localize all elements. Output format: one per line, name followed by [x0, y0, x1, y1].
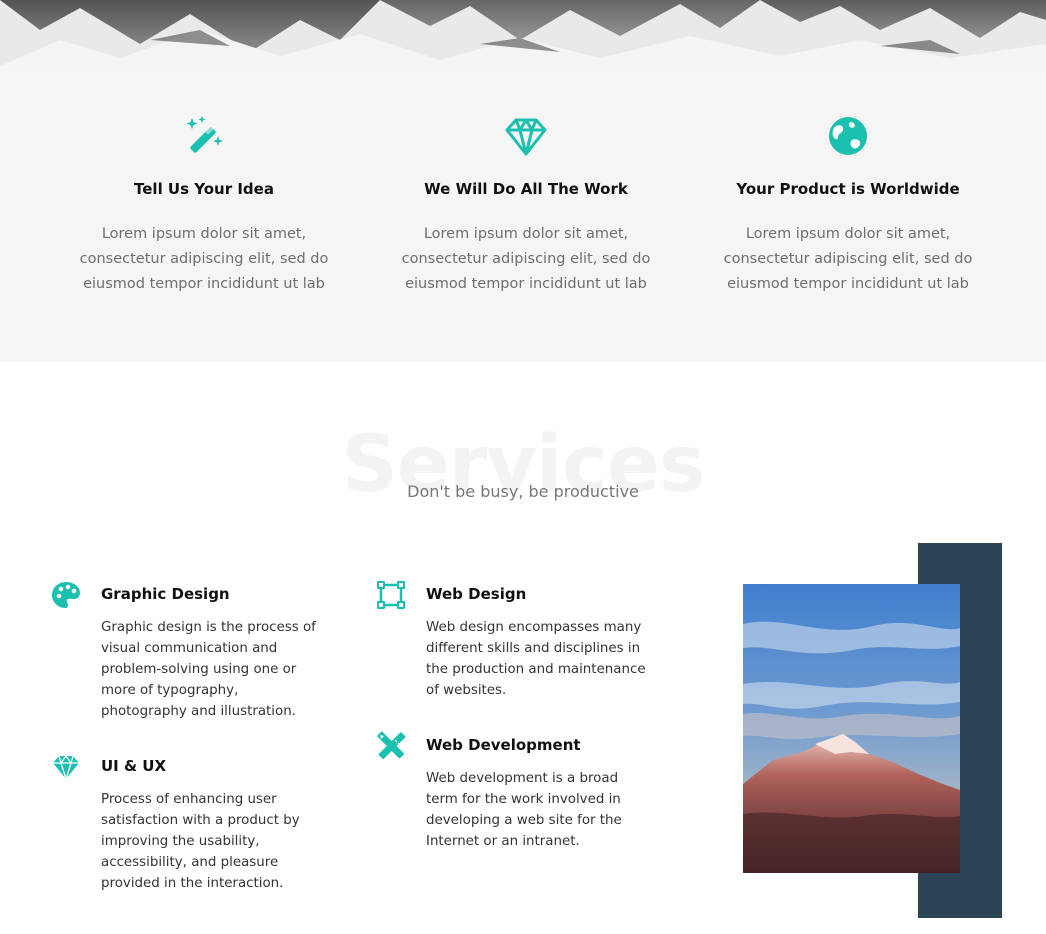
service-title: Web Design — [426, 585, 527, 603]
features-section: Tell Us Your Idea Lorem ipsum dolor sit … — [0, 66, 1046, 362]
feature-title: Tell Us Your Idea — [134, 180, 274, 198]
service-item: Web Design Web design encompasses many d… — [376, 580, 646, 701]
palette-icon — [52, 582, 80, 608]
feature-text: Lorem ipsum dolor sit amet, consectetur … — [723, 226, 973, 292]
services-subtitle: Don't be busy, be productive — [407, 482, 639, 501]
service-item: Web Development Web development is a bro… — [376, 731, 646, 852]
feature-title: Your Product is Worldwide — [736, 180, 960, 198]
vector-square-icon — [377, 581, 405, 609]
hero-image — [0, 0, 1046, 66]
service-title: Web Development — [426, 736, 581, 754]
service-title: UI & UX — [101, 757, 167, 775]
service-item: Graphic Design Graphic design is the pro… — [51, 580, 321, 722]
pencil-ruler-icon — [377, 731, 406, 760]
service-item: UI & UX Process of enhancing user satisf… — [51, 752, 321, 894]
mountain-photo — [743, 584, 960, 873]
feature-text: Lorem ipsum dolor sit amet, consectetur … — [401, 226, 651, 292]
magic-wand-icon — [186, 116, 223, 153]
service-text: Web design encompasses many different sk… — [426, 620, 646, 698]
service-text: Graphic design is the process of visual … — [101, 620, 316, 719]
service-text: Web development is a broad term for the … — [426, 771, 622, 849]
feature-card: Tell Us Your Idea Lorem ipsum dolor sit … — [43, 114, 365, 297]
globe-icon — [829, 117, 867, 155]
diamond-icon — [53, 754, 79, 782]
feature-text: Lorem ipsum dolor sit amet, consectetur … — [79, 226, 329, 292]
service-text: Process of enhancing user satisfaction w… — [101, 792, 300, 891]
feature-card: We Will Do All The Work Lorem ipsum dolo… — [365, 114, 687, 297]
service-title: Graphic Design — [101, 585, 230, 603]
services-section: Services Don't be busy, be productive Gr… — [0, 362, 1046, 934]
feature-card: Your Product is Worldwide Lorem ipsum do… — [687, 114, 1009, 297]
diamond-icon — [505, 118, 547, 156]
feature-title: We Will Do All The Work — [424, 180, 628, 198]
